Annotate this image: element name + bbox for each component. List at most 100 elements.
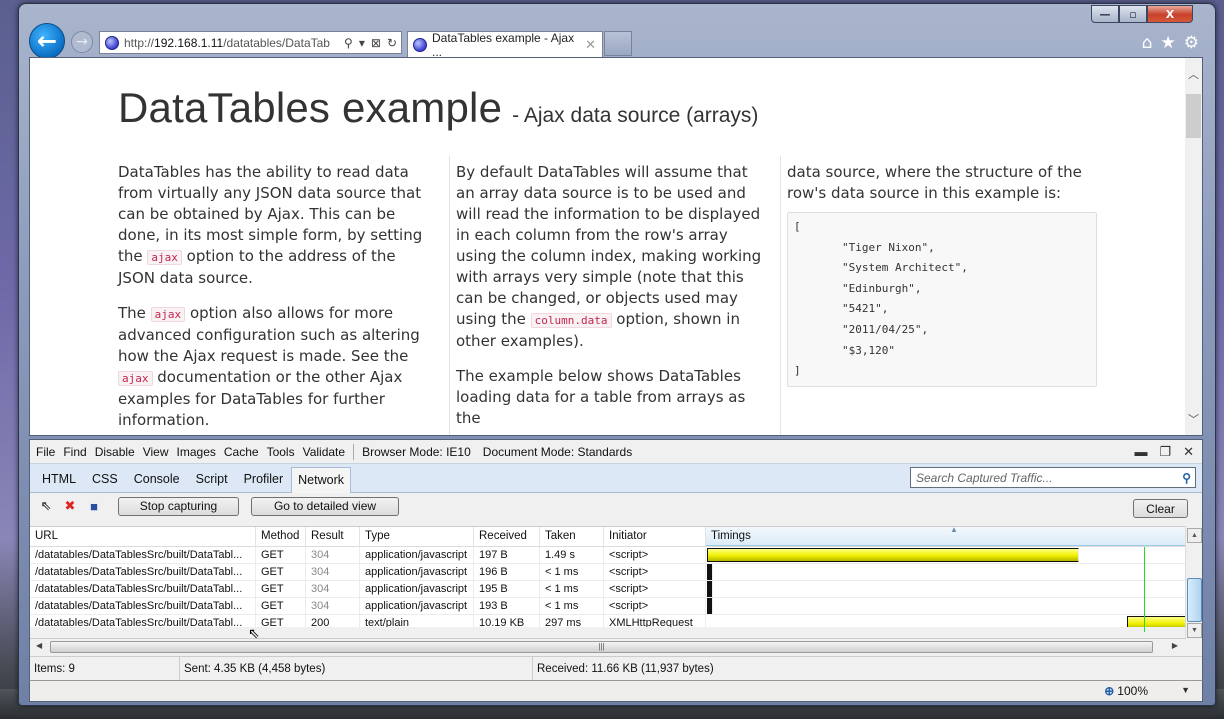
clear-button[interactable]: Clear	[1133, 499, 1188, 518]
cell-initiator: <script>	[604, 598, 706, 614]
menu-cache[interactable]: Cache	[224, 445, 259, 459]
refresh-icon[interactable]: ↻	[387, 36, 397, 50]
code-ajax-link[interactable]: ajax	[147, 250, 182, 265]
scroll-down-icon[interactable]: ▼	[1187, 623, 1202, 638]
tab-css[interactable]: CSS	[84, 472, 126, 492]
close-window-button[interactable]: X	[1147, 5, 1193, 23]
table-row[interactable]: /datatables/DataTablesSrc/built/DataTabl…	[30, 581, 1186, 598]
zoom-level[interactable]: ⊕ 100%	[1104, 684, 1148, 698]
code-ajax-link[interactable]: ajax	[150, 307, 186, 322]
column-header-url[interactable]: URL	[30, 527, 256, 546]
select-element-icon[interactable]: ⇖	[38, 498, 54, 514]
code-column-data-link[interactable]: column.data	[530, 313, 612, 328]
tools-gear-icon[interactable]: ⚙	[1184, 33, 1199, 53]
cell-type: application/javascript	[360, 598, 474, 614]
column-header-type[interactable]: Type	[360, 527, 474, 546]
tab-network[interactable]: Network	[291, 467, 351, 493]
scrollbar-thumb[interactable]: |||	[50, 641, 1153, 653]
cell-type: application/javascript	[360, 547, 474, 563]
cell-received: 197 B	[474, 547, 540, 563]
page-vertical-scrollbar[interactable]: ︿ ﹀	[1185, 58, 1202, 435]
code-line: "2011/04/25",	[842, 322, 929, 336]
table-row[interactable]: /datatables/DataTablesSrc/built/DataTabl…	[30, 598, 1186, 615]
address-bar[interactable]: http://192.168.1.11/datatables/DataTab ⚲…	[99, 31, 402, 54]
scroll-left-icon[interactable]: ◀	[36, 641, 42, 650]
table-row[interactable]: /datatables/DataTablesSrc/built/DataTabl…	[30, 615, 1186, 627]
browser-tab-active[interactable]: DataTables example - Ajax ... ✕	[407, 31, 603, 59]
code-line: "Tiger Nixon",	[842, 240, 935, 254]
menu-tools[interactable]: Tools	[267, 445, 295, 459]
cell-result: 304	[306, 598, 360, 614]
intro-column-2: By default DataTables will assume that a…	[449, 156, 767, 435]
code-block: [ "Tiger Nixon", "System Architect", "Ed…	[787, 212, 1097, 387]
table-horizontal-scrollbar[interactable]: ◀ ||| ▶	[30, 638, 1186, 655]
menu-file[interactable]: File	[36, 445, 55, 459]
site-globe-icon	[105, 35, 119, 50]
tab-profiler[interactable]: Profiler	[236, 472, 292, 492]
minimize-button[interactable]: —	[1091, 5, 1119, 23]
dropdown-icon[interactable]: ▾	[359, 36, 365, 50]
forward-button[interactable]: →	[71, 31, 93, 53]
devtools-close-icon[interactable]: ✕	[1183, 444, 1194, 460]
column-header-timings[interactable]: ▲ Timings	[706, 527, 1186, 546]
menu-view[interactable]: View	[143, 445, 169, 459]
cell-taken: < 1 ms	[540, 598, 604, 614]
scrollbar-thumb[interactable]	[1186, 94, 1201, 138]
tab-close-icon[interactable]: ✕	[585, 37, 596, 53]
maximize-button[interactable]: ▫	[1119, 5, 1147, 23]
cell-taken: < 1 ms	[540, 581, 604, 597]
column-header-result[interactable]: Result	[306, 527, 360, 546]
stop-capturing-button[interactable]: Stop capturing	[118, 496, 239, 516]
column-header-method[interactable]: Method	[256, 527, 306, 546]
cell-received: 10.19 KB	[474, 615, 540, 627]
tab-script[interactable]: Script	[188, 472, 236, 492]
text: By default DataTables will assume that a…	[456, 163, 762, 328]
scroll-down-icon[interactable]: ﹀	[1188, 411, 1199, 427]
zoom-dropdown-icon[interactable]: ▼	[1181, 685, 1190, 695]
devtools-minimize-icon[interactable]: ▬	[1134, 444, 1147, 460]
document-mode-menu[interactable]: Document Mode: Standards	[483, 445, 632, 459]
scroll-up-icon[interactable]: ▲	[1187, 528, 1202, 543]
scroll-up-icon[interactable]: ︿	[1188, 66, 1199, 82]
save-icon[interactable]: ■	[86, 498, 102, 514]
column-header-initiator[interactable]: Initiator	[604, 527, 706, 546]
browser-mode-menu[interactable]: Browser Mode: IE10	[362, 445, 471, 459]
back-button[interactable]: ←	[29, 23, 65, 59]
cell-type: application/javascript	[360, 564, 474, 580]
tab-html[interactable]: HTML	[34, 472, 84, 492]
table-row[interactable]: /datatables/DataTablesSrc/built/DataTabl…	[30, 564, 1186, 581]
new-tab-button[interactable]	[604, 31, 632, 56]
column-header-taken[interactable]: Taken	[540, 527, 604, 546]
favorites-star-icon[interactable]: ★	[1161, 33, 1176, 53]
menu-find[interactable]: Find	[63, 445, 86, 459]
menu-images[interactable]: Images	[177, 445, 216, 459]
table-row[interactable]: /datatables/DataTablesSrc/built/DataTabl…	[30, 547, 1186, 564]
network-status-bar: Items: 9 Sent: 4.35 KB (4,458 bytes) Rec…	[30, 656, 1202, 681]
menu-disable[interactable]: Disable	[95, 445, 135, 459]
forward-arrow-icon: →	[76, 34, 88, 50]
url-host: 192.168.1.11	[154, 35, 224, 50]
devtools-unpin-icon[interactable]: ❐	[1159, 444, 1171, 460]
search-captured-traffic-input[interactable]: Search Captured Traffic... ⚲	[910, 467, 1196, 488]
cell-method: GET	[256, 581, 306, 597]
clear-cache-icon[interactable]: ✖	[62, 498, 78, 514]
table-vertical-scrollbar[interactable]: ▲ ▼	[1185, 526, 1202, 638]
search-icon[interactable]: ⚲	[1182, 471, 1191, 485]
search-icon[interactable]: ⚲	[344, 36, 353, 50]
intro-column-3: data source, where the structure of the …	[780, 156, 1098, 435]
menu-validate[interactable]: Validate	[303, 445, 345, 459]
home-icon[interactable]: ⌂	[1142, 33, 1153, 53]
scroll-right-icon[interactable]: ▶	[1172, 641, 1178, 650]
text: The	[118, 304, 151, 322]
tab-console[interactable]: Console	[126, 472, 188, 492]
mouse-cursor-icon: ⇖	[248, 625, 260, 641]
scrollbar-thumb[interactable]	[1187, 578, 1202, 622]
url-scheme: http://	[124, 35, 155, 50]
detailed-view-button[interactable]: Go to detailed view	[251, 496, 399, 516]
received-total: Received: 11.66 KB (11,937 bytes)	[537, 663, 714, 675]
column-header-received[interactable]: Received	[474, 527, 540, 546]
code-ajax-link[interactable]: ajax	[118, 371, 153, 386]
compatibility-view-icon[interactable]: ⊠	[371, 36, 381, 50]
timing-tick	[707, 598, 713, 614]
address-url[interactable]: http://192.168.1.11/datatables/DataTab	[124, 36, 330, 50]
